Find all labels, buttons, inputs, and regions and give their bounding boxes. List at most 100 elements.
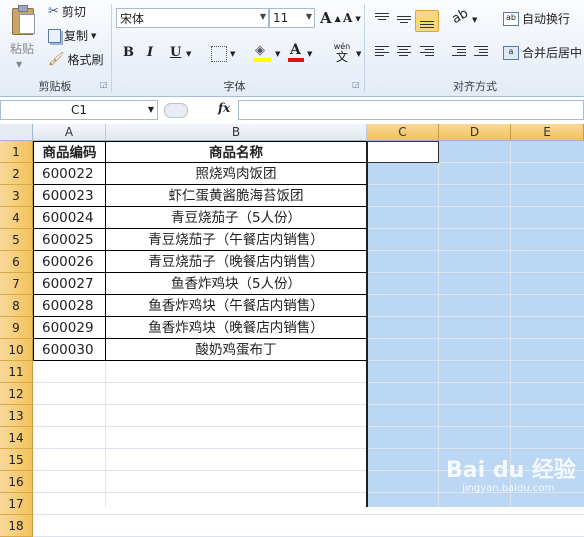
- font-name-combo[interactable]: 宋体 ▼: [116, 8, 269, 28]
- worksheet-grid[interactable]: A B C D E 1 2 3 4 5 6 7 8 9 10 11 12 13 14 15 16 17 18 商品…: [0, 124, 584, 537]
- clipboard-group-label: 剪贴板: [38, 80, 72, 93]
- product-code-cell[interactable]: 600027: [33, 273, 106, 295]
- column-header-a[interactable]: A: [33, 124, 106, 141]
- header-cell-name[interactable]: 商品名称: [106, 141, 367, 163]
- align-middle-icon[interactable]: [397, 14, 411, 25]
- gridline: [438, 141, 439, 507]
- row-header[interactable]: 13: [0, 405, 33, 427]
- row-header[interactable]: 1: [0, 141, 33, 163]
- decrease-indent-icon[interactable]: [452, 44, 466, 58]
- row-header[interactable]: 9: [0, 317, 33, 339]
- phonetic-icon: 文: [335, 50, 348, 64]
- row-header[interactable]: 10: [0, 339, 33, 361]
- row-header[interactable]: 12: [0, 383, 33, 405]
- product-name-cell[interactable]: 青豆烧茄子（午餐店内销售）: [106, 229, 367, 251]
- product-code-cell[interactable]: 600025: [33, 229, 106, 251]
- row-header[interactable]: 18: [0, 515, 33, 537]
- row-header[interactable]: 15: [0, 449, 33, 471]
- product-code-cell[interactable]: 600023: [33, 185, 106, 207]
- paste-dropdown-icon[interactable]: ▼: [16, 60, 22, 69]
- align-center-icon[interactable]: [397, 44, 411, 58]
- column-header-b[interactable]: B: [106, 124, 367, 141]
- align-top-icon[interactable]: [375, 11, 389, 22]
- product-name-cell[interactable]: 虾仁蛋黄酱脆海苔饭团: [106, 185, 367, 207]
- increase-indent-icon[interactable]: [474, 44, 488, 58]
- align-bottom-button[interactable]: [415, 10, 439, 32]
- orientation-icon[interactable]: ab: [449, 6, 471, 27]
- row-header[interactable]: 5: [0, 229, 33, 251]
- increase-font-size-button[interactable]: A ▲: [320, 9, 341, 27]
- cut-button[interactable]: ✂ 剪切: [48, 3, 86, 20]
- phonetic-dropdown-icon[interactable]: ▼: [356, 50, 361, 58]
- column-header-d[interactable]: D: [439, 124, 511, 141]
- row-header[interactable]: 6: [0, 251, 33, 273]
- row-header[interactable]: 17: [0, 493, 33, 515]
- wrap-text-button[interactable]: ab 自动换行: [503, 10, 570, 27]
- row-header[interactable]: 14: [0, 427, 33, 449]
- format-painter-button[interactable]: 🖌 格式刷: [48, 51, 104, 68]
- borders-icon[interactable]: [211, 46, 227, 62]
- product-name-cell[interactable]: 鱼香炸鸡块（5人份）: [106, 273, 367, 295]
- row-header[interactable]: 8: [0, 295, 33, 317]
- row-header[interactable]: 7: [0, 273, 33, 295]
- merge-center-button[interactable]: a 合并后居中: [503, 44, 582, 61]
- product-code-cell[interactable]: 600022: [33, 163, 106, 185]
- product-name-cell[interactable]: 鱼香炸鸡块（晚餐店内销售）: [106, 317, 367, 339]
- borders-dropdown-icon[interactable]: ▼: [230, 50, 235, 58]
- bold-button[interactable]: B: [123, 45, 134, 60]
- column-header-e[interactable]: E: [511, 124, 584, 141]
- font-launcher-icon[interactable]: ◲: [352, 80, 360, 89]
- formula-splitter-handle[interactable]: [164, 103, 188, 118]
- header-cell-code[interactable]: 商品编码: [33, 141, 106, 163]
- product-name-cell[interactable]: 酸奶鸡蛋布丁: [106, 339, 367, 361]
- product-code-cell[interactable]: 600026: [33, 251, 106, 273]
- name-box[interactable]: C1 ▼: [0, 100, 158, 120]
- scissors-icon: ✂: [48, 4, 59, 19]
- product-code-cell[interactable]: 600029: [33, 317, 106, 339]
- underline-dropdown-icon[interactable]: ▼: [186, 50, 191, 58]
- cut-label: 剪切: [61, 5, 86, 19]
- align-left-icon[interactable]: [375, 44, 389, 58]
- font-size-combo[interactable]: 11 ▼: [269, 8, 315, 28]
- phonetic-button[interactable]: wén 文: [330, 42, 354, 64]
- chevron-down-icon: ▼: [147, 105, 154, 114]
- underline-button[interactable]: U: [170, 45, 181, 60]
- active-cell[interactable]: [367, 141, 439, 163]
- group-divider: [364, 4, 365, 92]
- row-header[interactable]: 2: [0, 163, 33, 185]
- row-header[interactable]: 3: [0, 185, 33, 207]
- clipboard-launcher-icon[interactable]: ◲: [100, 80, 108, 89]
- chevron-down-icon: ▼: [259, 12, 266, 21]
- product-code-cell[interactable]: 600028: [33, 295, 106, 317]
- column-header-c[interactable]: C: [367, 124, 439, 141]
- copy-dropdown-icon[interactable]: ▼: [91, 32, 96, 40]
- row-header[interactable]: 4: [0, 207, 33, 229]
- merge-center-icon: a: [503, 45, 519, 60]
- formula-input[interactable]: [238, 100, 584, 120]
- format-painter-icon: 🖌: [48, 52, 65, 67]
- copy-button[interactable]: 复制 ▼: [48, 27, 96, 44]
- select-all-button[interactable]: [0, 124, 33, 141]
- italic-button[interactable]: I: [147, 45, 153, 60]
- fill-color-dropdown-icon[interactable]: ▼: [275, 50, 280, 58]
- product-name-cell[interactable]: 青豆烧茄子（晚餐店内销售）: [106, 251, 367, 273]
- gridline: [33, 514, 584, 515]
- product-code-cell[interactable]: 600024: [33, 207, 106, 229]
- row-header[interactable]: 11: [0, 361, 33, 383]
- font-name-value: 宋体: [120, 11, 145, 26]
- insert-function-button[interactable]: fx: [218, 101, 230, 115]
- decrease-font-size-button[interactable]: A ▼: [343, 11, 361, 25]
- font-color-button[interactable]: A: [288, 42, 304, 63]
- orientation-dropdown-icon[interactable]: ▼: [472, 16, 477, 24]
- product-name-cell[interactable]: 青豆烧茄子（5人份）: [106, 207, 367, 229]
- product-name-cell[interactable]: 鱼香炸鸡块（午餐店内销售）: [106, 295, 367, 317]
- copy-label: 复制: [64, 29, 89, 43]
- fill-color-button[interactable]: ◈: [253, 43, 271, 63]
- row-header[interactable]: 16: [0, 471, 33, 493]
- chevron-down-icon: ▼: [305, 12, 312, 21]
- font-color-dropdown-icon[interactable]: ▼: [307, 50, 312, 58]
- product-name-cell[interactable]: 照烧鸡肉饭团: [106, 163, 367, 185]
- product-code-cell[interactable]: 600030: [33, 339, 106, 361]
- formula-buttons: fx: [160, 100, 238, 120]
- align-right-icon[interactable]: [420, 44, 434, 58]
